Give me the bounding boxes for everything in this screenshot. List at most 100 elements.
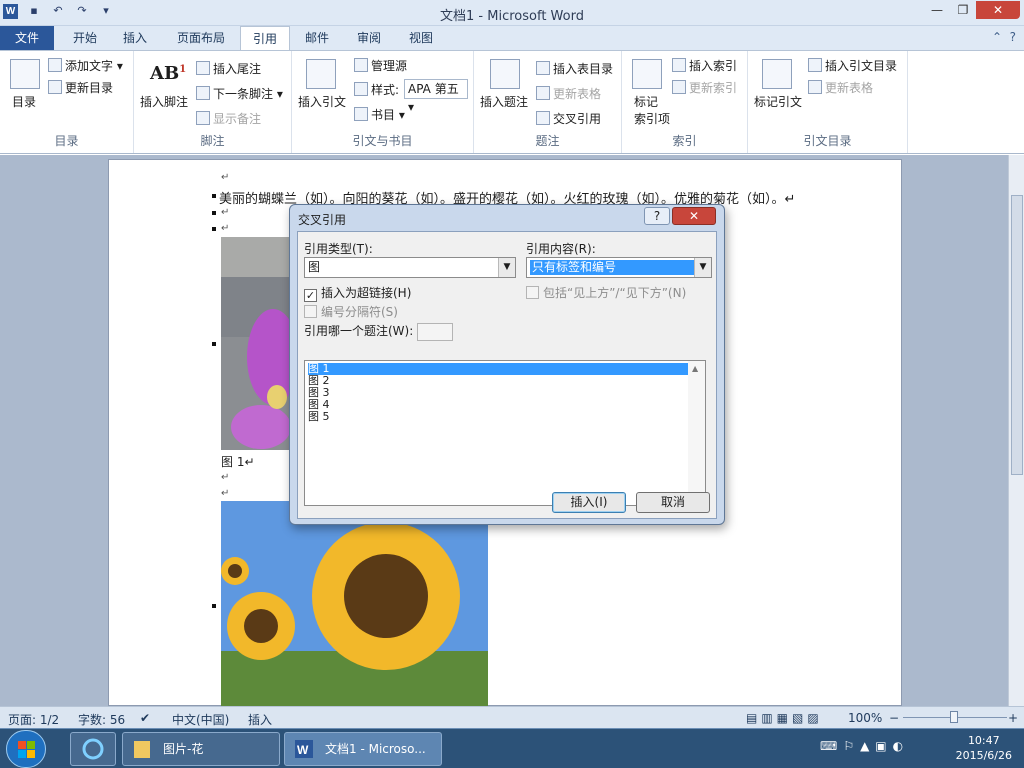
list-item[interactable]: 图 4 [308,399,691,411]
zoom-slider-thumb[interactable] [950,711,958,723]
group-label-captions: 题注 [535,134,560,148]
tab-view[interactable]: 视图 [398,26,444,50]
tab-home[interactable]: 开始 [62,26,108,50]
scrollbar-thumb[interactable] [1011,195,1023,475]
dialog-help-button[interactable]: ? [644,207,670,225]
tab-page-layout[interactable]: 页面布局 [168,26,234,50]
chevron-down-icon[interactable]: ▼ [498,258,515,277]
cross-reference-icon [536,111,550,125]
ie-taskbar-button[interactable] [70,732,116,766]
dialog-close-button[interactable]: ✕ [672,207,716,225]
list-item[interactable]: 图 1 [308,363,691,375]
scroll-up-icon[interactable]: ▲ [692,364,698,373]
tab-mailings[interactable]: 邮件 [294,26,340,50]
insert-footnote-button[interactable]: 插入脚注 [140,93,188,110]
tab-insert[interactable]: 插入 [112,26,158,50]
update-toc-icon [48,80,62,94]
proofing-icon[interactable]: ✔ [140,711,150,725]
next-footnote-button[interactable]: 下一条脚注 ▾ [196,85,283,102]
paragraph-bullet [212,342,216,346]
close-window-button[interactable]: ✕ [976,1,1020,19]
insert-caption-button[interactable]: 插入题注 [480,93,528,110]
list-item[interactable]: 图 3 [308,387,691,399]
caption-list[interactable]: 图 1 图 2 图 3 图 4 图 5 ▲ ▼ [304,360,706,506]
language-indicator[interactable]: 中文(中国) [172,711,229,728]
update-toc-button[interactable]: 更新目录 [48,79,113,96]
dialog-title: 交叉引用 [298,213,347,227]
toc-button[interactable]: 目录 [12,93,36,110]
figure-caption[interactable]: 图 1↵ [221,453,255,470]
list-item[interactable]: 图 5 [308,411,691,423]
toc-icon [10,59,40,89]
citation-style-select[interactable]: APA 第五 ▾ [404,79,468,114]
group-footnotes: AB1 插入脚注 插入尾注 下一条脚注 ▾ 显示备注 脚注 [134,51,292,153]
list-item[interactable]: 图 2 [308,375,691,387]
bibliography-icon [354,107,368,121]
add-text-button[interactable]: 添加文字 ▾ [48,57,123,74]
insert-index-button[interactable]: 插入索引 [672,57,737,74]
word-taskbar-button[interactable]: W 文档1 - Microso... [284,732,442,766]
mark-entry-button[interactable]: 标记 索引项 [634,93,670,127]
group-citations: 插入引文 管理源 样式: 书目 ▾ 引文与书目 [292,51,474,153]
reference-type-select[interactable]: 图 ▼ [304,257,516,278]
insert-table-of-figures-button[interactable]: 插入表目录 [536,60,613,77]
mark-citation-button[interactable]: 标记引文 [754,93,802,110]
page-count[interactable]: 页面: 1/2 [8,711,59,728]
start-button[interactable] [6,730,46,768]
insert-mode[interactable]: 插入 [248,711,272,728]
group-toc: 目录 添加文字 ▾ 更新目录 目录 [0,51,134,153]
ie-icon [82,738,104,760]
tab-review[interactable]: 审阅 [346,26,392,50]
sunflower-image[interactable] [221,501,488,706]
tab-file[interactable]: 文件 [0,26,54,50]
above-below-checkbox[interactable]: 包括“见上方”/“见下方”(N) [526,284,686,301]
mark-entry-icon [632,59,662,89]
tray-icons[interactable]: ⌨⚐▲▣◐ [820,739,909,753]
reference-type-label: 引用类型(T): [304,242,373,256]
folder-icon [134,741,150,758]
cancel-button[interactable]: 取消 [636,492,710,513]
paragraph-bullet [212,604,216,608]
cross-reference-button[interactable]: 交叉引用 [536,110,601,127]
list-scrollbar[interactable]: ▲ ▼ [688,361,705,505]
checkbox-checked-icon[interactable]: ✓ [304,289,317,302]
ribbon-help-icons[interactable]: ⌃ ? [992,30,1016,44]
reference-content-select[interactable]: 只有标签和编号 ▼ [526,257,712,278]
separator-input [417,323,453,341]
bibliography-button[interactable]: 书目 ▾ [354,106,405,123]
paragraph-bullet [212,194,216,198]
checkbox-icon[interactable] [526,286,539,299]
zoom-level[interactable]: 100% [848,711,882,725]
endnote-icon [196,61,210,75]
chevron-down-icon[interactable]: ▼ [694,258,711,277]
taskbar: 图片-花 W 文档1 - Microso... ⌨⚐▲▣◐ 10:47 2015… [0,728,1024,768]
minimize-button[interactable]: — [924,1,950,19]
zoom-in-button[interactable]: + [1008,711,1018,725]
paragraph-mark: ↵ [221,172,230,183]
insert-citation-button[interactable]: 插入引文 [298,93,346,110]
insert-toa-icon [808,58,822,72]
group-toa: 标记引文 插入引文目录 更新表格 引文目录 [748,51,908,153]
insert-toa-button[interactable]: 插入引文目录 [808,57,897,74]
insert-hyperlink-checkbox[interactable]: ✓ 插入为超链接(H) [304,284,411,302]
update-table-icon [536,86,550,100]
show-notes-button: 显示备注 [196,110,261,127]
word-count[interactable]: 字数: 56 [78,711,125,728]
folder-taskbar-button[interactable]: 图片-花 [122,732,280,766]
insert-button[interactable]: 插入(I) [552,492,626,513]
view-buttons[interactable]: ▤▥▦▧▨ [746,711,823,725]
checkbox-icon [304,305,317,318]
vertical-scrollbar[interactable] [1008,155,1024,706]
clock[interactable]: 10:47 2015/6/26 [956,733,1012,763]
restore-button[interactable]: ❐ [950,1,976,19]
orchid-image[interactable] [221,237,291,450]
manage-sources-button[interactable]: 管理源 [354,57,407,74]
zoom-out-button[interactable]: − [889,711,899,725]
group-label-toa: 引文目录 [803,134,852,148]
tab-references[interactable]: 引用 [240,26,290,50]
dialog-body: 引用类型(T): 图 ▼ 引用内容(R): 只有标签和编号 ▼ ✓ 插入为超链接(… [297,231,717,519]
update-index-button: 更新索引 [672,79,737,96]
show-notes-icon [196,111,210,125]
insert-index-icon [672,58,686,72]
insert-endnote-button[interactable]: 插入尾注 [196,60,261,77]
